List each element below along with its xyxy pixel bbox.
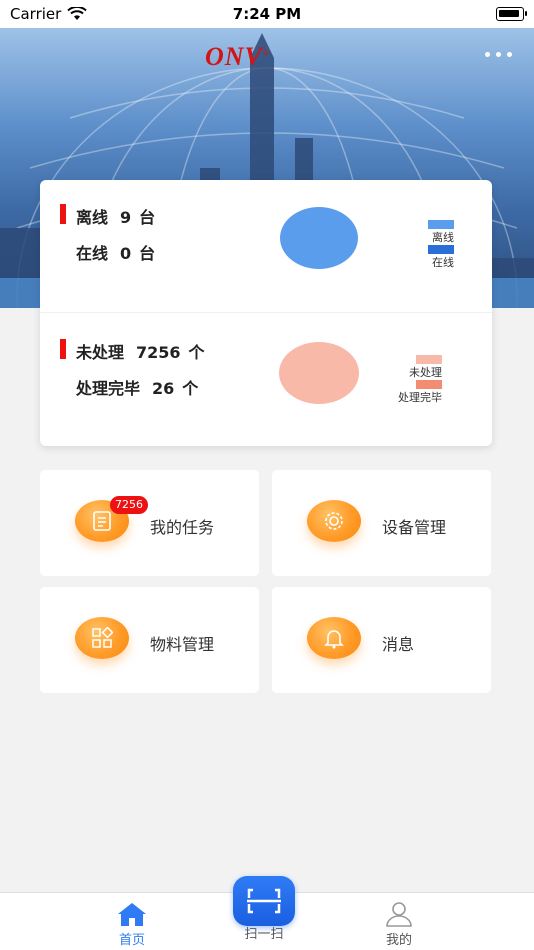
battery-icon bbox=[496, 7, 527, 21]
tab-mine-label: 我的 bbox=[385, 933, 412, 948]
online-stat: 在线 0 台 bbox=[76, 240, 155, 264]
clock: 7:24 PM bbox=[232, 5, 302, 23]
tile-device-management-label: 设备管理 bbox=[382, 518, 447, 537]
online-count: 0 bbox=[120, 244, 132, 263]
done-count: 26 bbox=[152, 379, 175, 398]
brand-logo-text: ONV bbox=[205, 42, 263, 71]
status-bar: Carrier 7:24 PM bbox=[0, 0, 534, 28]
scan-button[interactable] bbox=[233, 876, 295, 926]
done-label: 处理完毕 bbox=[76, 379, 141, 398]
offline-stat: 离线 9 台 bbox=[76, 204, 155, 228]
device-pie-chart bbox=[280, 207, 358, 269]
online-unit: 台 bbox=[139, 244, 156, 263]
tile-material-management[interactable]: 物料管理 bbox=[40, 587, 259, 693]
grid-apps-icon bbox=[75, 617, 129, 659]
scan-icon bbox=[247, 888, 281, 914]
legend-pending-label: 未处理 bbox=[409, 366, 442, 379]
offline-unit: 台 bbox=[139, 208, 156, 227]
tile-messages-label: 消息 bbox=[382, 635, 415, 654]
task-pie-chart bbox=[279, 342, 359, 404]
user-icon bbox=[386, 902, 412, 927]
task-status-section[interactable]: 未处理 7256 个 处理完毕 26 个 未处理 处理完毕 bbox=[40, 313, 492, 446]
tab-scan-label: 扫一扫 bbox=[244, 927, 284, 942]
legend-swatch-online bbox=[428, 245, 454, 254]
done-unit: 个 bbox=[182, 379, 199, 398]
done-stat: 处理完毕 26 个 bbox=[76, 375, 198, 399]
online-label: 在线 bbox=[76, 244, 109, 263]
device-status-section[interactable]: 离线 9 台 在线 0 台 离线 在线 bbox=[40, 180, 492, 313]
tile-my-tasks[interactable]: 7256 我的任务 bbox=[40, 470, 259, 576]
legend-offline-label: 离线 bbox=[432, 231, 454, 244]
tab-home-label: 首页 bbox=[118, 933, 145, 948]
legend-done-label: 处理完毕 bbox=[398, 391, 442, 404]
tab-mine[interactable]: 我的 bbox=[369, 901, 429, 948]
tile-messages[interactable]: 消息 bbox=[272, 587, 491, 693]
pending-count: 7256 bbox=[136, 343, 181, 362]
tile-material-management-label: 物料管理 bbox=[150, 635, 215, 654]
gear-icon bbox=[307, 500, 361, 542]
legend-swatch-offline bbox=[428, 220, 454, 229]
task-legend: 未处理 处理完毕 bbox=[398, 355, 442, 405]
registered-mark: ® bbox=[262, 48, 270, 58]
pending-stat: 未处理 7256 个 bbox=[76, 339, 205, 363]
tab-home[interactable]: 首页 bbox=[102, 901, 162, 948]
task-count-badge: 7256 bbox=[110, 496, 148, 514]
pending-unit: 个 bbox=[188, 343, 205, 362]
offline-count: 9 bbox=[120, 208, 132, 227]
brand-logo: ONV® bbox=[205, 42, 270, 72]
more-menu-icon[interactable] bbox=[485, 52, 512, 57]
pending-label: 未处理 bbox=[76, 343, 125, 362]
legend-swatch-done bbox=[416, 380, 442, 389]
tile-device-management[interactable]: 设备管理 bbox=[272, 470, 491, 576]
bell-icon bbox=[307, 617, 361, 659]
offline-label: 离线 bbox=[76, 208, 109, 227]
device-legend: 离线 在线 bbox=[428, 220, 454, 270]
section-marker bbox=[60, 339, 66, 359]
legend-swatch-pending bbox=[416, 355, 442, 364]
section-marker bbox=[60, 204, 66, 224]
tile-my-tasks-label: 我的任务 bbox=[150, 518, 215, 537]
legend-online-label: 在线 bbox=[432, 256, 454, 269]
summary-card: 离线 9 台 在线 0 台 离线 在线 未处理 7256 个 处理完毕 26 个 未处理 处理完… bbox=[40, 180, 492, 446]
home-icon bbox=[118, 903, 146, 926]
